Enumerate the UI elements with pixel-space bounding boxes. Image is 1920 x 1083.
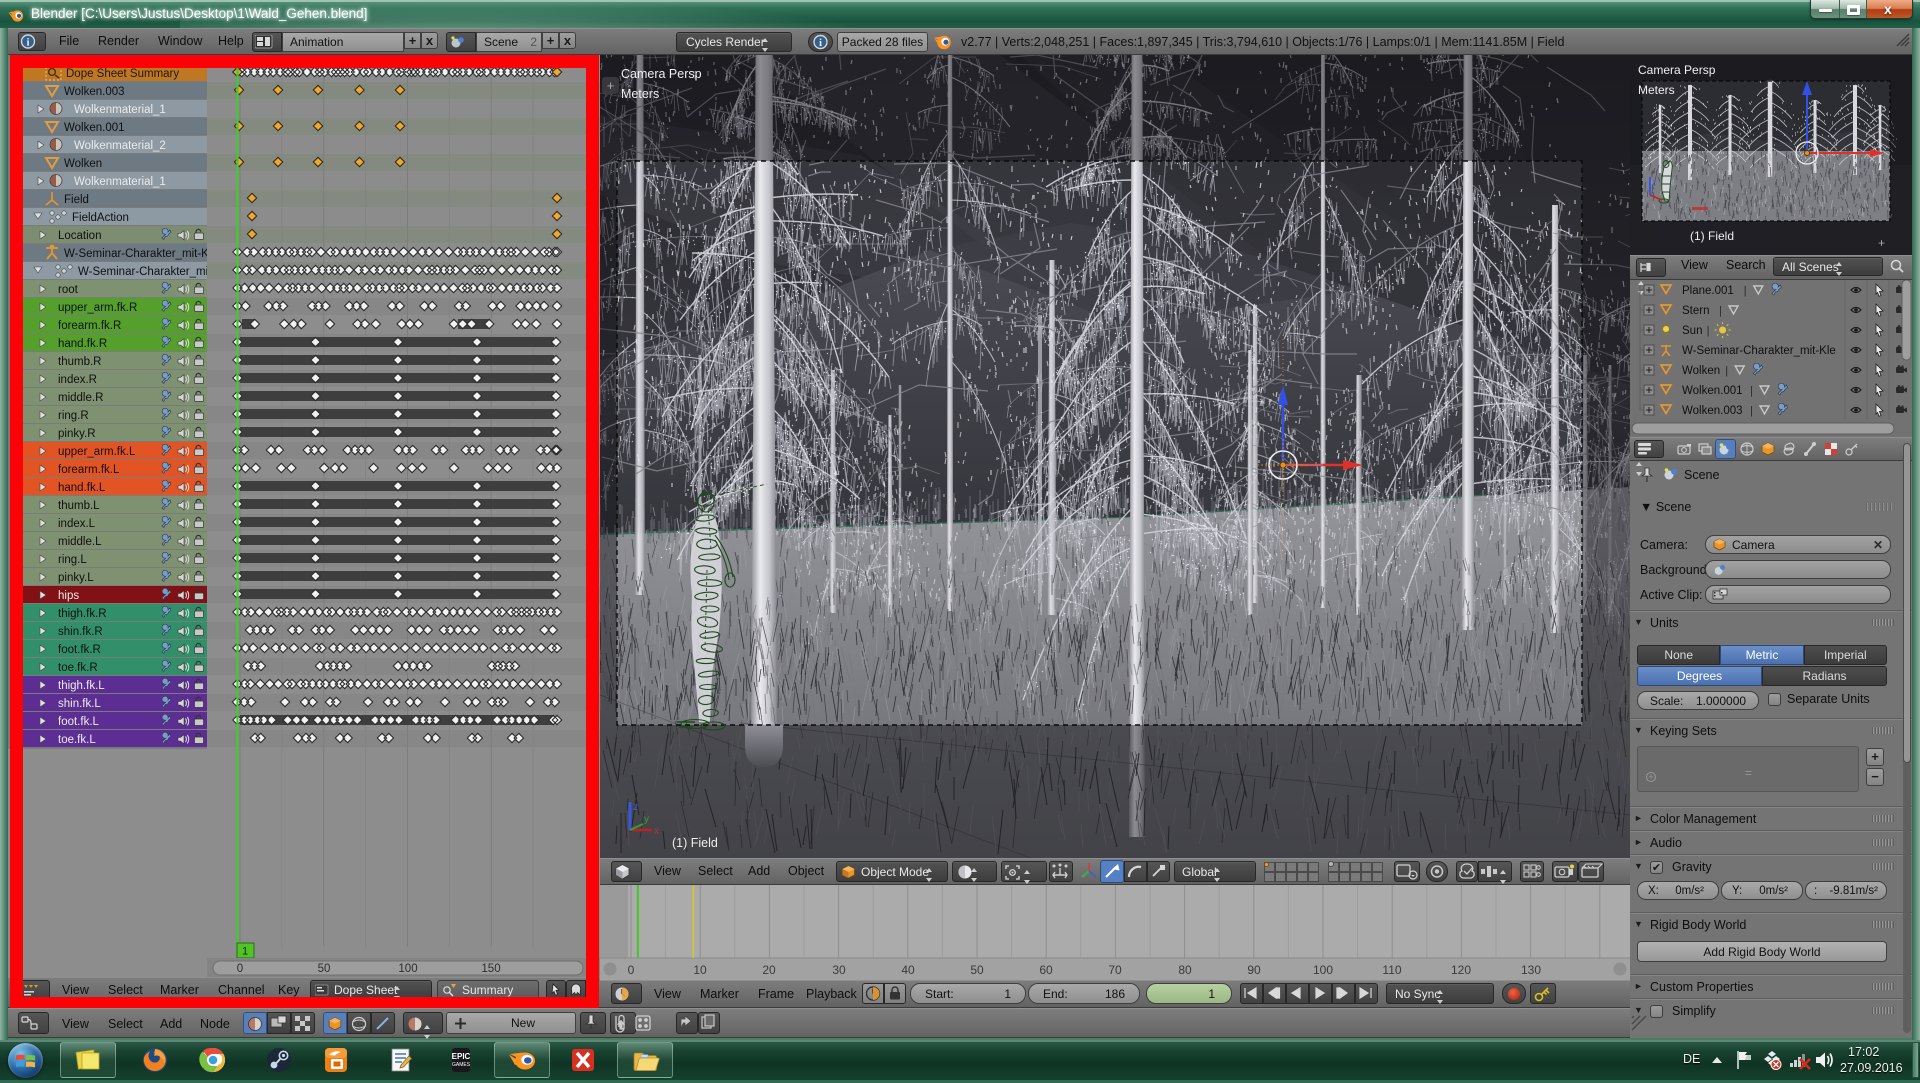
svg-text:z: z xyxy=(1652,178,1656,187)
svg-text:120: 120 xyxy=(1451,963,1471,977)
svg-text:Meters: Meters xyxy=(1638,83,1675,97)
svg-text:Wolken: Wolken xyxy=(1682,365,1720,377)
svg-text:100: 100 xyxy=(1313,963,1333,977)
svg-text:GAMES: GAMES xyxy=(452,1062,471,1068)
svg-text:Camera Persp: Camera Persp xyxy=(1638,63,1716,77)
svg-text:Meters: Meters xyxy=(621,87,659,101)
svg-text:Camera Persp: Camera Persp xyxy=(621,67,702,81)
svg-text:40: 40 xyxy=(901,963,915,977)
svg-text:Wolken.001: Wolken.001 xyxy=(1682,385,1743,397)
svg-text:|: | xyxy=(1750,385,1753,397)
svg-text:|: | xyxy=(1750,405,1753,417)
svg-text:z: z xyxy=(633,802,638,813)
svg-text:x: x xyxy=(654,826,659,837)
svg-text:90: 90 xyxy=(1247,963,1261,977)
svg-text:i: i xyxy=(26,37,29,49)
svg-text:|: | xyxy=(1719,305,1722,317)
svg-text:W-Seminar-Charakter_mit-Kle: W-Seminar-Charakter_mit-Kle xyxy=(1682,345,1836,357)
svg-text:|: | xyxy=(1744,285,1747,297)
svg-text:Stern: Stern xyxy=(1682,305,1710,317)
svg-text:+: + xyxy=(607,78,615,93)
svg-text:10: 10 xyxy=(693,963,707,977)
svg-text:(1) Field: (1) Field xyxy=(672,836,718,850)
svg-text:i: i xyxy=(819,37,822,49)
svg-text:50: 50 xyxy=(970,963,984,977)
svg-text:20: 20 xyxy=(762,963,776,977)
svg-text:(1) Field: (1) Field xyxy=(1690,229,1734,243)
svg-text:y: y xyxy=(644,814,649,825)
svg-text:110: 110 xyxy=(1382,963,1401,977)
svg-text:130: 130 xyxy=(1521,963,1541,977)
svg-text:80: 80 xyxy=(1178,963,1192,977)
svg-text:30: 30 xyxy=(832,963,846,977)
svg-text:|: | xyxy=(1725,365,1728,377)
svg-text:70: 70 xyxy=(1108,963,1122,977)
svg-text:Wolken.003: Wolken.003 xyxy=(1682,405,1743,417)
svg-text:+: + xyxy=(1878,236,1885,250)
svg-text:EPIC: EPIC xyxy=(452,1052,471,1061)
svg-text:0: 0 xyxy=(628,963,635,977)
svg-text:Plane.001: Plane.001 xyxy=(1682,285,1734,297)
svg-text:Sun: Sun xyxy=(1682,325,1702,337)
svg-text:|: | xyxy=(1707,325,1710,337)
svg-text:60: 60 xyxy=(1039,963,1053,977)
